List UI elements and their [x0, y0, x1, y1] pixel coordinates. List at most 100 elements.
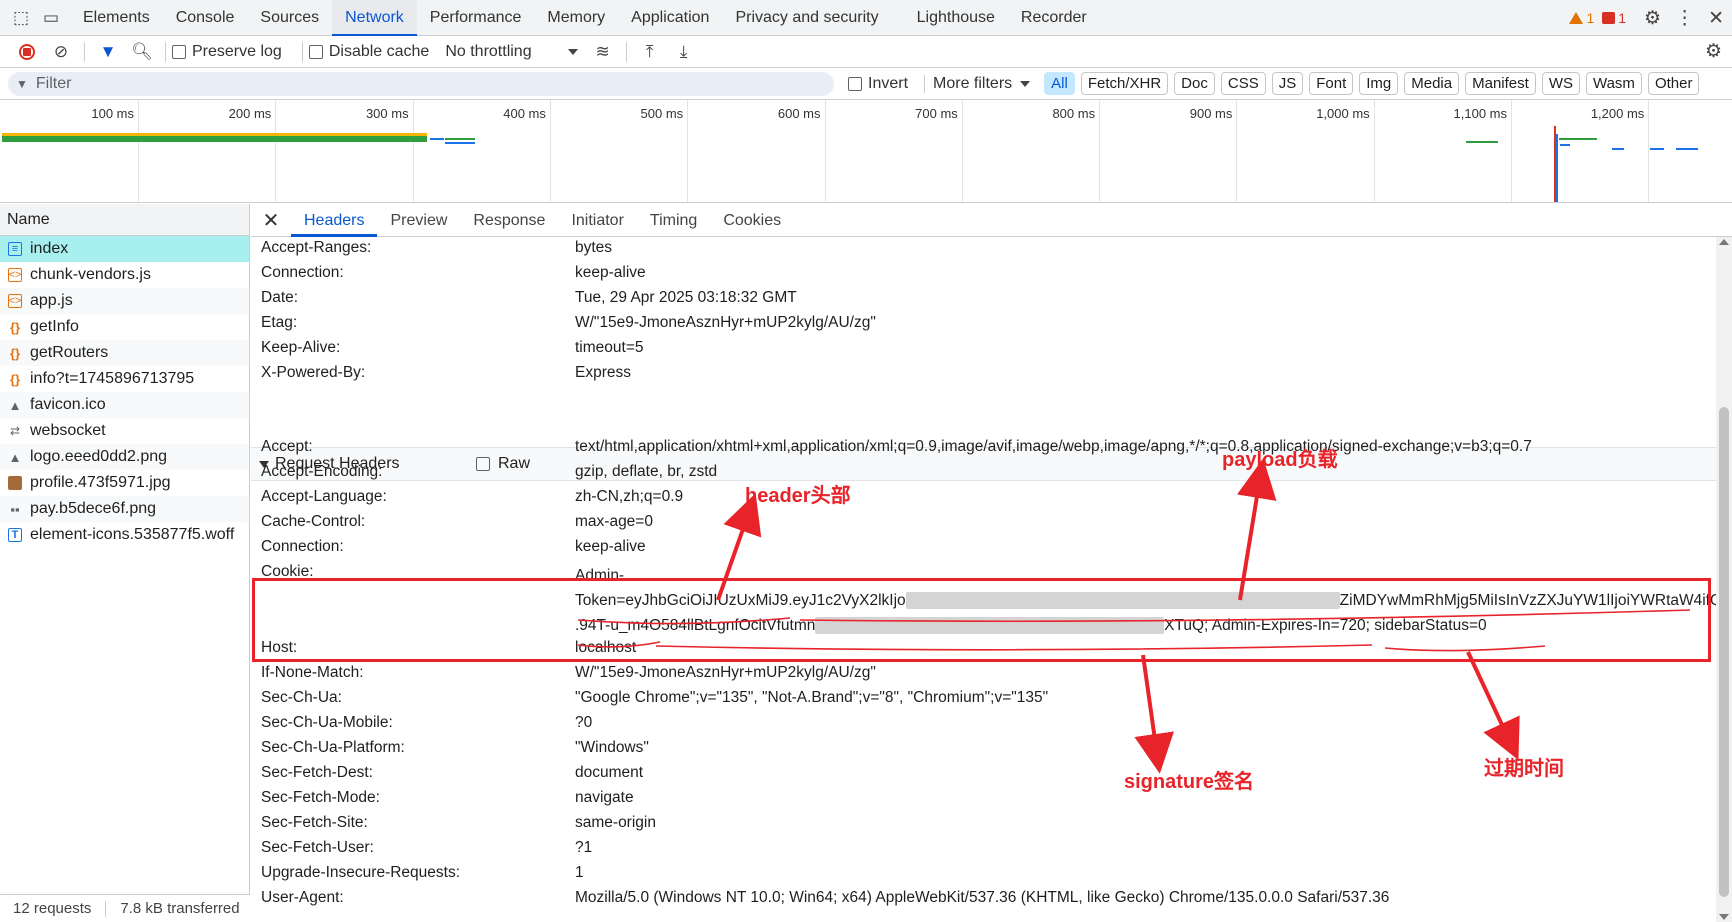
- export-har-button[interactable]: ⤓: [667, 36, 701, 68]
- header-value[interactable]: text/html,application/xhtml+xml,applicat…: [575, 438, 1532, 456]
- header-row: Host: localhost: [251, 639, 1716, 664]
- filter-chip-ws[interactable]: WS: [1541, 72, 1580, 95]
- detail-tab-timing[interactable]: Timing: [637, 204, 710, 237]
- request-row[interactable]: ▪▪ pay.b5dece6f.png: [0, 496, 249, 522]
- detail-tab-response[interactable]: Response: [460, 204, 558, 237]
- more-filters-dropdown[interactable]: More filters: [933, 75, 1031, 93]
- header-value[interactable]: timeout=5: [575, 339, 644, 357]
- header-value[interactable]: gzip, deflate, br, zstd: [575, 463, 717, 481]
- tab-recorder[interactable]: Recorder: [1008, 0, 1100, 36]
- header-value[interactable]: zh-CN,zh;q=0.9: [575, 488, 683, 506]
- tab-application[interactable]: Application: [618, 0, 722, 36]
- tab-elements[interactable]: Elements: [70, 0, 163, 36]
- header-value[interactable]: same-origin: [575, 814, 656, 832]
- checkbox-box[interactable]: [172, 44, 186, 59]
- tab-performance[interactable]: Performance: [417, 0, 535, 36]
- throttling-select[interactable]: No throttling: [445, 43, 578, 61]
- filter-toggle-button[interactable]: ▼: [91, 36, 125, 68]
- stop-recording-button[interactable]: [10, 36, 44, 68]
- filter-chip-manifest[interactable]: Manifest: [1465, 72, 1536, 95]
- filter-chip-all[interactable]: All: [1044, 72, 1075, 95]
- request-row[interactable]: <> app.js: [0, 288, 249, 314]
- request-row[interactable]: <> chunk-vendors.js: [0, 262, 249, 288]
- scroll-up-arrow-icon[interactable]: [1719, 239, 1729, 245]
- header-value[interactable]: max-age=0: [575, 513, 653, 531]
- header-value[interactable]: ?0: [575, 714, 592, 732]
- request-row[interactable]: {} info?t=1745896713795: [0, 366, 249, 392]
- request-row[interactable]: ▲ logo.eeed0dd2.png: [0, 444, 249, 470]
- errors-badge[interactable]: 1: [1602, 10, 1626, 26]
- tab-sources[interactable]: Sources: [247, 0, 332, 36]
- name-column-header[interactable]: Name: [0, 204, 249, 236]
- tab-console[interactable]: Console: [163, 0, 248, 36]
- header-value[interactable]: Tue, 29 Apr 2025 03:18:32 GMT: [575, 289, 797, 307]
- scrollbar-thumb[interactable]: [1719, 407, 1729, 897]
- header-value[interactable]: keep-alive: [575, 264, 646, 282]
- timeline-overview[interactable]: 100 ms 200 ms 300 ms 400 ms 500 ms 600 ms 700 …: [0, 100, 1732, 203]
- tab-lighthouse[interactable]: Lighthouse: [904, 0, 1008, 36]
- inspect-element-icon[interactable]: ⬚: [6, 0, 36, 36]
- request-row[interactable]: profile.473f5971.jpg: [0, 470, 249, 496]
- header-value[interactable]: bytes: [575, 239, 612, 257]
- filter-chip-media[interactable]: Media: [1404, 72, 1460, 95]
- checkbox-box[interactable]: [848, 76, 862, 91]
- filter-chip-doc[interactable]: Doc: [1174, 72, 1215, 95]
- header-value[interactable]: localhost: [575, 639, 636, 657]
- detail-tab-initiator[interactable]: Initiator: [558, 204, 636, 237]
- timeline-gridline: [1373, 100, 1375, 202]
- invert-checkbox[interactable]: Invert: [848, 75, 908, 93]
- import-har-button[interactable]: ⤒: [633, 36, 667, 68]
- filter-chip-fetchxhr[interactable]: Fetch/XHR: [1080, 72, 1169, 95]
- network-settings-gear-icon[interactable]: ⚙: [1705, 40, 1722, 63]
- header-value[interactable]: document: [575, 764, 643, 782]
- request-row[interactable]: Telement-icons.535877f5.woff: [0, 522, 249, 548]
- preserve-log-checkbox[interactable]: Preserve log: [172, 43, 282, 61]
- header-value[interactable]: Mozilla/5.0 (Windows NT 10.0; Win64; x64…: [575, 889, 1389, 907]
- filter-input[interactable]: ▼ Filter: [8, 71, 834, 96]
- tab-memory[interactable]: Memory: [534, 0, 618, 36]
- filter-chip-wasm[interactable]: Wasm: [1585, 72, 1642, 95]
- request-row[interactable]: {} getInfo: [0, 314, 249, 340]
- filter-chip-img[interactable]: Img: [1359, 72, 1399, 95]
- detail-tab-cookies[interactable]: Cookies: [710, 204, 794, 237]
- scroll-down-arrow-icon[interactable]: [1719, 914, 1729, 920]
- header-value[interactable]: W/"15e9-JmoneAsznHyr+mUP2kylg/AU/zg": [575, 664, 876, 682]
- header-row: Keep-Alive: timeout=5: [251, 339, 1716, 364]
- tab-privacy-and-security[interactable]: Privacy and security: [722, 0, 891, 36]
- checkbox-box[interactable]: [308, 44, 323, 59]
- request-row[interactable]: ▲ favicon.ico: [0, 392, 249, 418]
- tab-network[interactable]: Network: [332, 0, 417, 36]
- close-devtools-icon[interactable]: ✕: [1708, 7, 1724, 30]
- header-value[interactable]: ?1: [575, 839, 592, 857]
- cookie-expires-segment: ; Admin-Expires-In=720; sidebarStatus=0: [1204, 617, 1487, 634]
- header-value[interactable]: W/"15e9-JmoneAsznHyr+mUP2kylg/AU/zg": [575, 314, 876, 332]
- filter-chip-font[interactable]: Font: [1309, 72, 1354, 95]
- warnings-badge[interactable]: 1: [1569, 10, 1594, 26]
- request-row[interactable]: ⇄ websocket: [0, 418, 249, 444]
- detail-tab-preview[interactable]: Preview: [377, 204, 460, 237]
- request-row[interactable]: ≡ index: [0, 236, 249, 262]
- vertical-scrollbar[interactable]: [1716, 237, 1732, 922]
- cookie-value[interactable]: Admin- Token=eyJhbGciOiJIUzUxMiJ9.eyJ1c2…: [575, 563, 1716, 638]
- header-value[interactable]: Express: [575, 364, 631, 382]
- header-value[interactable]: keep-alive: [575, 538, 646, 556]
- header-value[interactable]: 1: [575, 864, 584, 882]
- close-detail-icon[interactable]: ✕: [251, 208, 291, 233]
- timeline-tick-label: 500 ms: [640, 106, 684, 121]
- header-value[interactable]: navigate: [575, 789, 634, 807]
- header-value[interactable]: "Windows": [575, 739, 649, 757]
- header-value[interactable]: "Google Chrome";v="135", "Not-A.Brand";v…: [575, 689, 1048, 707]
- device-toolbar-icon[interactable]: ▭: [36, 0, 66, 36]
- request-row[interactable]: {} getRouters: [0, 340, 249, 366]
- network-conditions-button[interactable]: ≋: [586, 36, 620, 68]
- filter-chip-other[interactable]: Other: [1647, 72, 1700, 95]
- search-button[interactable]: 🔍︎: [125, 36, 159, 68]
- settings-gear-icon[interactable]: ⚙: [1644, 7, 1661, 30]
- more-options-icon[interactable]: ⋮: [1675, 7, 1694, 30]
- detail-tab-headers[interactable]: Headers: [291, 204, 378, 237]
- disable-cache-checkbox[interactable]: Disable cache: [308, 43, 429, 61]
- clear-button[interactable]: ⊘: [44, 36, 78, 68]
- filter-chip-css[interactable]: CSS: [1220, 72, 1266, 95]
- header-row: Etag: W/"15e9-JmoneAsznHyr+mUP2kylg/AU/zg…: [251, 314, 1716, 339]
- filter-chip-js[interactable]: JS: [1271, 72, 1304, 95]
